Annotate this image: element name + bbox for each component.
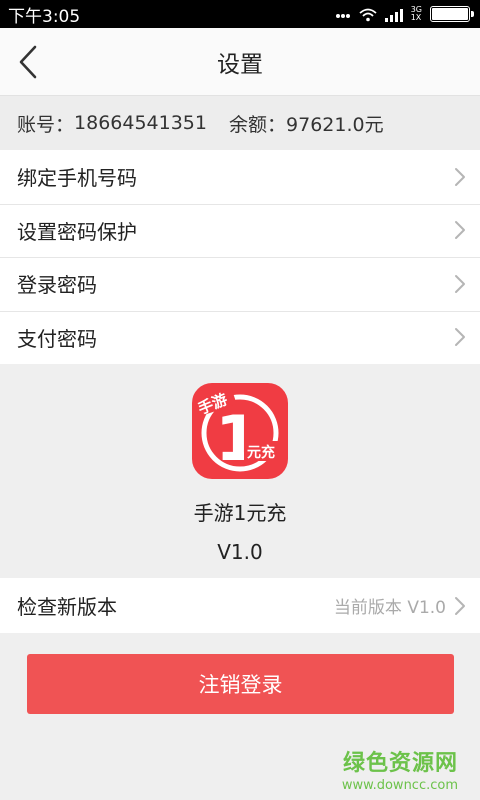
menu-item-payment-password[interactable]: 支付密码 [0, 310, 480, 365]
settings-menu: 绑定手机号码 设置密码保护 登录密码 支付密码 [0, 150, 480, 364]
app-name: 手游1元充 [193, 501, 287, 525]
chevron-right-icon [455, 221, 465, 240]
logo-number: 1 [215, 402, 258, 475]
balance-value: 97621.0元 [286, 113, 384, 136]
logo-badge-text: 元充 [247, 444, 275, 461]
menu-item-label: 支付密码 [17, 326, 97, 351]
current-version-status: 当前版本 V1.0 [333, 598, 446, 618]
battery-icon [430, 6, 474, 22]
menu-item-bind-phone[interactable]: 绑定手机号码 [0, 150, 480, 204]
chevron-right-icon [455, 167, 465, 186]
chevron-right-icon [455, 596, 465, 615]
account-value: 18664541351 [74, 112, 207, 134]
app-bar: 设置 [0, 28, 480, 96]
check-update-label: 检查新版本 [17, 595, 117, 619]
menu-item-label: 绑定手机号码 [17, 166, 137, 191]
update-right: 当前版本 V1.0 [334, 593, 466, 618]
chevron-right-icon [455, 274, 465, 293]
menu-item-password-protection[interactable]: 设置密码保护 [0, 203, 480, 258]
watermark-title: 绿色资源网 [342, 751, 458, 776]
watermark: 绿色资源网 www.downcc.com [342, 745, 458, 793]
app-version: V1.0 [217, 540, 263, 564]
menu-item-login-password[interactable]: 登录密码 [0, 257, 480, 311]
status-icons: 3G 1X [335, 4, 474, 24]
check-update-row[interactable]: 检查新版本 当前版本 V1.0 [0, 578, 480, 633]
menu-item-label: 登录密码 [17, 273, 97, 298]
status-bar: 下午3:05 3G 1X [0, 0, 480, 28]
chevron-left-icon [19, 45, 37, 79]
app-logo: 手游 1 元充 [192, 383, 288, 479]
app-logo-graphic: 手游 1 元充 [192, 383, 279, 475]
dots-icon [335, 4, 351, 24]
status-time: 下午3:05 [8, 6, 81, 27]
about-section: 手游 1 元充 手游1元充 V1.0 [0, 364, 480, 578]
account-info: 账号： 18664541351 余额： 97621.0元 [0, 96, 480, 150]
logout-button[interactable]: 注销登录 [27, 654, 454, 714]
page-title: 设置 [217, 51, 263, 78]
menu-item-label: 设置密码保护 [17, 219, 137, 244]
balance-label: 余额： [229, 113, 287, 136]
chevron-right-icon [455, 328, 465, 347]
account-label: 账号： [17, 113, 75, 136]
watermark-url: www.downcc.com [341, 778, 458, 793]
network-type: 3G 1X [410, 5, 422, 22]
back-button[interactable] [8, 42, 48, 82]
wifi-icon [359, 7, 377, 22]
signal-icon [384, 7, 403, 22]
